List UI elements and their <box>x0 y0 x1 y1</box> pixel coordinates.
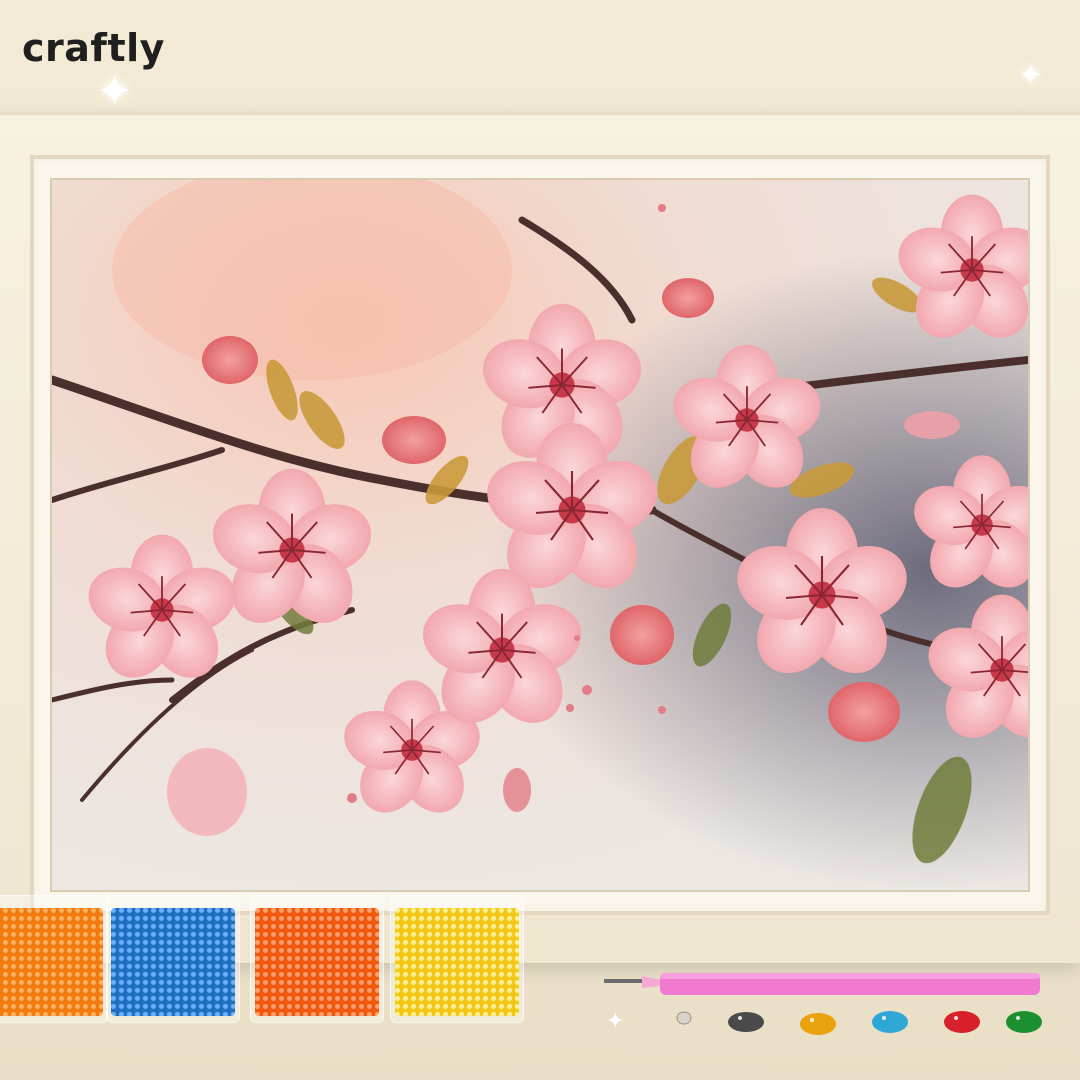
sparkle-icon: ✦ <box>1018 58 1044 93</box>
orange-beads <box>0 908 103 1016</box>
gem-row: ✦ <box>600 1002 1060 1052</box>
bead-bag <box>0 895 108 1023</box>
bead-bag <box>390 895 524 1023</box>
svg-text:✦: ✦ <box>606 1009 624 1034</box>
red-orange-beads <box>255 908 379 1016</box>
blue-beads <box>111 908 235 1016</box>
gem-icon: ✦ <box>606 1009 624 1034</box>
bead-bags-tray <box>0 895 540 1025</box>
sparkle-icon: ✦ <box>96 66 133 117</box>
yellow-beads <box>395 908 519 1016</box>
brand-logo: craftly <box>22 26 165 70</box>
painting-artwork <box>52 180 1028 890</box>
bead-bag <box>106 895 240 1023</box>
bead-bag <box>250 895 384 1023</box>
drill-pen-icon <box>604 970 1044 998</box>
cherry-blossom-painting <box>52 180 1028 890</box>
